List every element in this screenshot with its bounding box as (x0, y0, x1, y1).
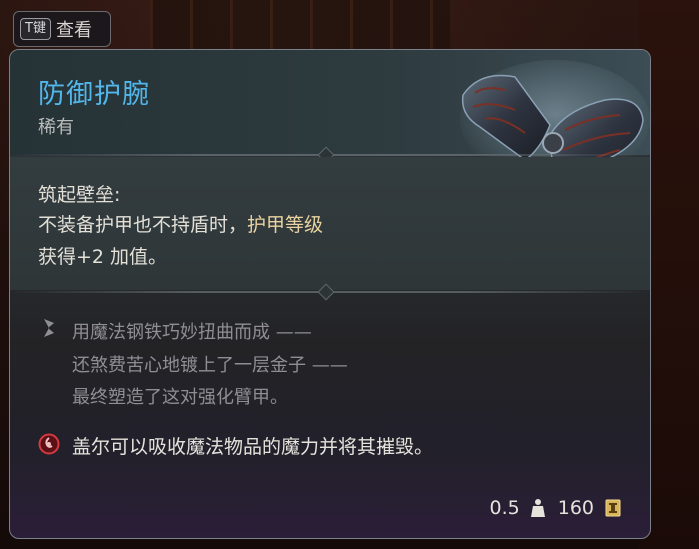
feature-text: 不装备护甲也不持盾时， (38, 214, 248, 236)
item-rarity: 稀有 (38, 117, 74, 138)
absorb-warning-text: 盖尔可以吸收魔法物品的魔力并将其摧毁。 (72, 436, 434, 458)
inspect-key-hint[interactable]: T键 查看 (13, 11, 111, 47)
flavor-line-1: 用魔法钢铁巧妙扭曲而成 —— (72, 322, 312, 343)
header-divider (10, 146, 650, 164)
quill-icon (44, 319, 54, 337)
item-tooltip: 防御护腕 稀有 筑起壁垒: 不装备护甲也不持盾时，护甲等级 获得+2 加值。 用… (9, 49, 651, 539)
flavor-line-2: 还煞费苦心地镀上了一层金子 —— (72, 355, 348, 376)
gold-coin-icon (605, 499, 621, 517)
item-value: 160 (557, 497, 594, 519)
feature-line-1: 不装备护甲也不持盾时，护甲等级 (38, 210, 323, 237)
section-divider (10, 283, 650, 301)
absorb-warning-icon (38, 433, 60, 455)
weight-icon (530, 499, 545, 517)
key-cap: T键 (20, 18, 51, 40)
item-footer: 0.5 160 (10, 478, 650, 538)
feature-line-2: 获得+2 加值。 (38, 246, 168, 268)
feature-title: 筑起壁垒: (38, 184, 121, 206)
item-name: 防御护腕 (38, 79, 150, 110)
item-weight: 0.5 (489, 497, 520, 519)
flavor-line-3: 最终塑造了这对强化臂甲。 (72, 387, 288, 408)
armour-class-keyword[interactable]: 护甲等级 (247, 214, 323, 236)
inspect-label: 查看 (55, 20, 92, 41)
